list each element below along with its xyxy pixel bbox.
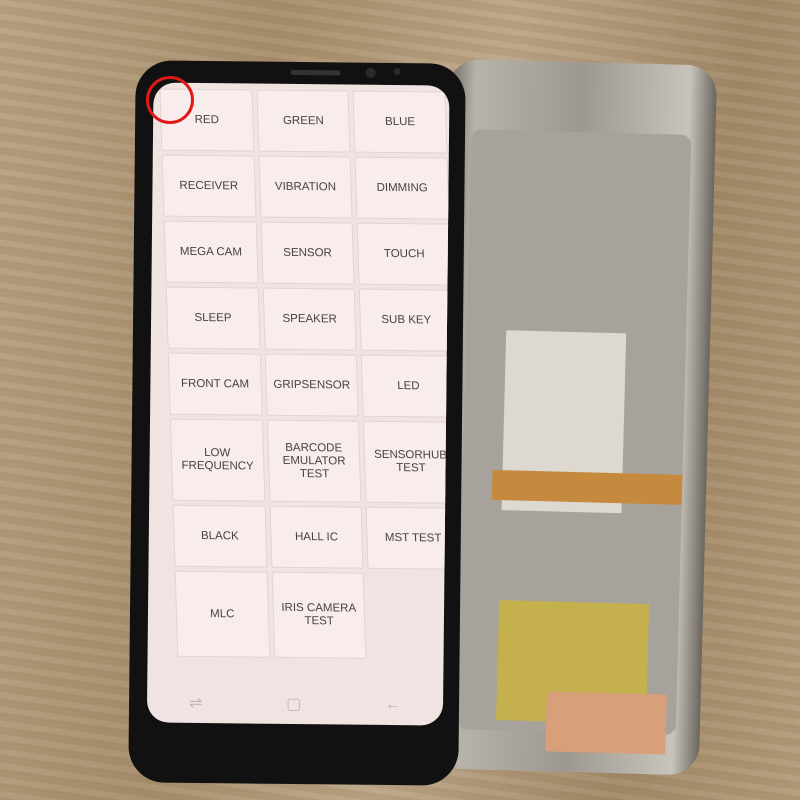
recent-apps-icon[interactable]: ⇌ — [189, 693, 203, 713]
test-button-hall-ic[interactable]: HALL IC — [269, 505, 364, 569]
frame-interior — [455, 129, 692, 755]
test-button-gripsensor[interactable]: GRIPSENSOR — [264, 353, 360, 417]
earpiece — [290, 69, 341, 76]
test-button-touch[interactable]: TOUCH — [356, 222, 450, 286]
test-button-green[interactable]: GREEN — [256, 89, 351, 153]
test-button-dimming[interactable]: DIMMING — [354, 156, 450, 220]
phone-midframe — [430, 58, 718, 776]
sensor — [393, 67, 401, 76]
copper-tape — [545, 691, 667, 755]
phone: RED GREEN BLUE RECEIVER VIBRATION DIMMING MEGA… — [128, 60, 466, 786]
test-button-led[interactable]: LED — [361, 354, 450, 418]
test-button-barcode-emulator-test[interactable]: BARCODE EMULATOR TEST — [266, 419, 362, 503]
test-button-mega-cam[interactable]: MEGA CAM — [163, 220, 259, 284]
test-button-vibration[interactable]: VIBRATION — [258, 155, 353, 219]
test-button-mlc[interactable]: MLC — [174, 570, 271, 658]
screen: RED GREEN BLUE RECEIVER VIBRATION DIMMING MEGA… — [146, 82, 450, 726]
test-button-black[interactable]: BLACK — [172, 504, 268, 568]
home-icon[interactable]: ▢ — [286, 694, 301, 714]
test-button-mst-test[interactable]: MST TEST — [365, 506, 450, 570]
highlight-circle — [146, 76, 194, 124]
test-button-sensorhub-test[interactable]: SENSORHUB TEST — [363, 420, 450, 504]
test-button-receiver[interactable]: RECEIVER — [161, 154, 257, 218]
flex-cable — [491, 469, 683, 505]
test-button-blue[interactable]: BLUE — [352, 90, 448, 154]
test-button-sensor[interactable]: SENSOR — [260, 221, 355, 285]
back-icon[interactable]: ← — [385, 696, 401, 714]
test-button-low-frequency[interactable]: LOW FREQUENCY — [169, 418, 266, 502]
empty-cell — [368, 573, 450, 658]
test-menu-grid: RED GREEN BLUE RECEIVER VIBRATION DIMMING MEGA… — [159, 88, 450, 660]
test-button-speaker[interactable]: SPEAKER — [262, 287, 357, 351]
test-button-sleep[interactable]: SLEEP — [165, 286, 261, 350]
front-camera — [365, 67, 376, 78]
test-button-iris-camera-test[interactable]: IRIS CAMERA TEST — [271, 571, 367, 659]
test-button-sub-key[interactable]: SUB KEY — [359, 288, 450, 352]
navigation-bar: ⇌ ▢ ← — [147, 682, 443, 725]
test-button-front-cam[interactable]: FRONT CAM — [167, 352, 263, 416]
